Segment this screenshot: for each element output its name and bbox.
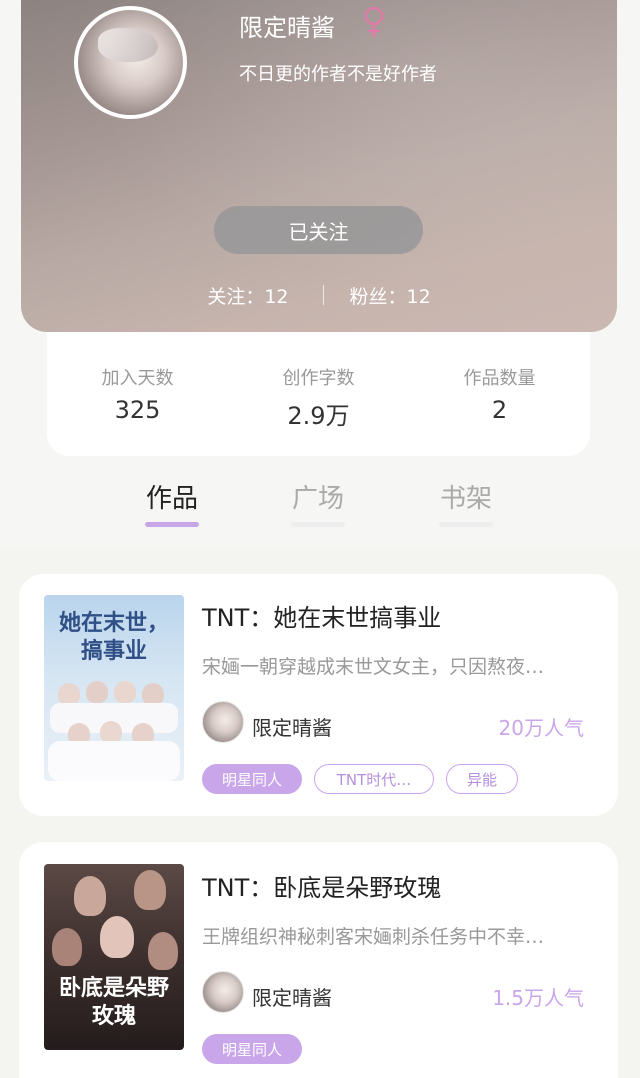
stat-word-count: 创作字数 2.9万 [228, 332, 409, 456]
following-count[interactable]: 关注：12 [207, 282, 288, 309]
stat-work-count: 作品数量 2 [409, 332, 590, 456]
book-title[interactable]: TNT：她在末世搞事业 [202, 598, 441, 633]
book-cover[interactable]: 卧底是朵野玫瑰 [44, 864, 184, 1050]
author-name: 限定晴酱 [239, 14, 335, 42]
tag[interactable]: TNT时代… [314, 764, 434, 794]
book-description: 王牌组织神秘刺客宋婳刺杀任务中不幸… [202, 926, 545, 948]
book-description: 宋婳一朝穿越成末世文女主，只因熬夜… [202, 656, 545, 678]
tab-indicator-bookshelf [439, 522, 493, 527]
book-author-name: 限定晴酱 [252, 986, 332, 1010]
book-popularity: 20万人气 [498, 716, 584, 740]
follow-stats: 关注：12 粉丝：12 [21, 282, 617, 308]
cover-figure [114, 681, 136, 703]
follow-button[interactable]: 已关注 [214, 206, 423, 254]
tab-works[interactable]: 作品 [132, 478, 212, 515]
cover-figure [48, 741, 180, 781]
book-popularity: 1.5万人气 [492, 986, 584, 1010]
fans-count[interactable]: 粉丝：12 [350, 282, 431, 309]
cover-figure [148, 932, 178, 970]
tab-bookshelf[interactable]: 书架 [426, 478, 506, 515]
stats-divider [322, 285, 324, 305]
stat-label: 作品数量 [463, 368, 536, 389]
cover-figure [134, 870, 166, 910]
book-card[interactable]: 她在末世，搞事业 TNT：她在末世搞事业 宋婳一朝穿越成末世文女主，只因熬夜… … [19, 574, 618, 816]
tag[interactable]: 异能 [446, 764, 518, 794]
book-title[interactable]: TNT：卧底是朵野玫瑰 [202, 868, 441, 903]
author-avatar[interactable] [74, 6, 187, 119]
cover-figure [58, 683, 80, 705]
stat-join-days: 加入天数 325 [47, 332, 228, 456]
stat-value: 2.9万 [287, 402, 350, 430]
book-author-avatar [202, 701, 244, 743]
tag[interactable]: 明星同人 [202, 764, 302, 794]
content-tabs: 作品 广场 书架 [0, 472, 640, 532]
author-stats-panel: 加入天数 325 创作字数 2.9万 作品数量 2 [47, 332, 590, 456]
cover-figure [100, 721, 122, 743]
cover-title: 卧底是朵野玫瑰 [58, 975, 169, 1029]
author-bio: 不日更的作者不是好作者 [239, 64, 437, 85]
book-card[interactable]: 卧底是朵野玫瑰 TNT：卧底是朵野玫瑰 王牌组织神秘刺客宋婳刺杀任务中不幸… 限… [19, 842, 618, 1078]
book-cover[interactable]: 她在末世，搞事业 [44, 595, 184, 781]
tab-indicator-works [145, 522, 199, 527]
book-author-avatar [202, 971, 244, 1013]
stat-label: 创作字数 [282, 368, 355, 389]
tag[interactable]: 明星同人 [202, 1034, 302, 1064]
cover-figure [52, 928, 82, 966]
tab-indicator-square [291, 522, 345, 527]
stat-value: 325 [114, 396, 161, 424]
cover-title: 她在末世，搞事业 [58, 610, 169, 664]
cover-figure [142, 683, 164, 705]
stat-label: 加入天数 [101, 368, 174, 389]
tab-square[interactable]: 广场 [278, 478, 358, 515]
profile-header: 限定晴酱 不日更的作者不是好作者 已关注 关注：12 粉丝：12 [21, 0, 617, 332]
stat-value: 2 [491, 396, 508, 424]
cover-figure [74, 876, 106, 916]
book-author-name: 限定晴酱 [252, 716, 332, 740]
cover-figure [100, 916, 134, 958]
female-icon [364, 6, 384, 37]
cover-figure [86, 681, 108, 703]
